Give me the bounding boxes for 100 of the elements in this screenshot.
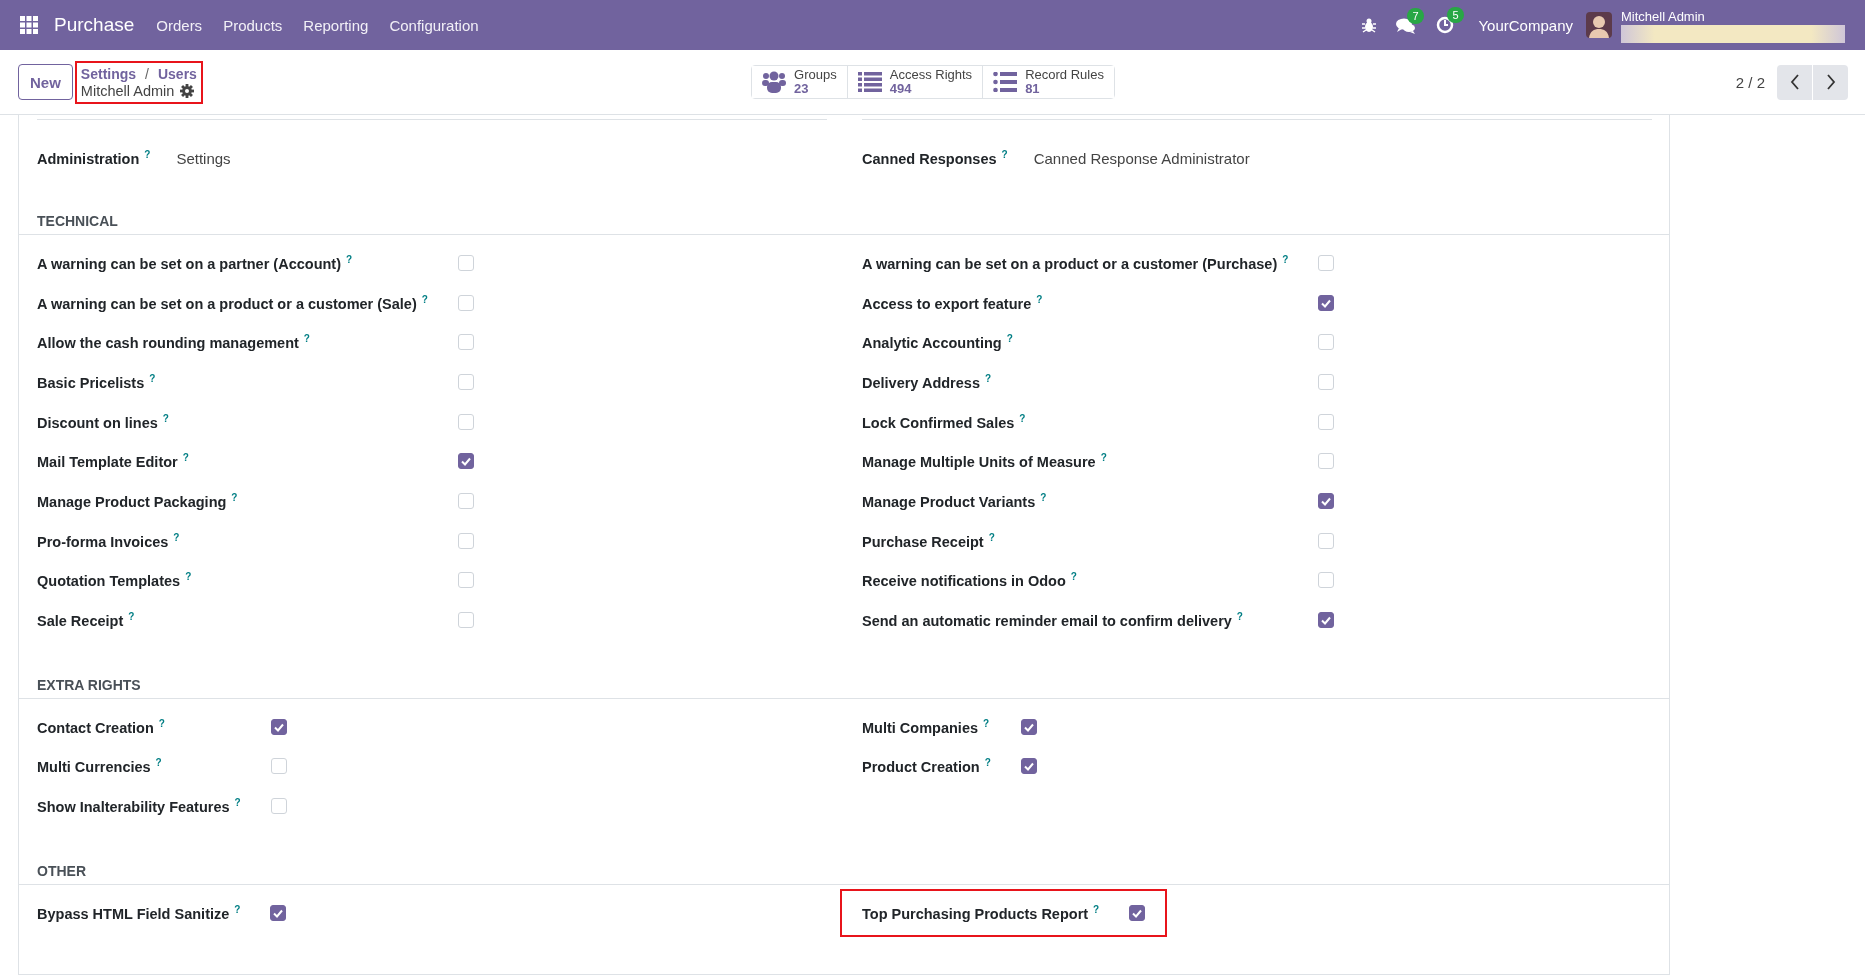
activity-count-badge: 5 [1447, 7, 1464, 23]
field-label: Delivery Address $^{?}$ [862, 373, 993, 391]
breadcrumb-link[interactable]: Settings [80, 65, 137, 82]
apps-menu-icon[interactable] [20, 16, 38, 34]
field-value: Canned Response Administrator [1033, 149, 1250, 167]
section-heading: EXTRA RIGHTS [19, 675, 1669, 699]
field-label: Multi Companies $^{?}$ [862, 717, 991, 736]
section-heading: TECHNICAL [19, 212, 1669, 235]
checkbox[interactable] [270, 904, 287, 921]
field-label: Pro-forma Invoices $^{?}$ [37, 531, 181, 550]
previous-button[interactable] [1777, 64, 1812, 100]
help-tooltip-icon[interactable]: ? [182, 452, 189, 464]
help-tooltip-icon[interactable]: ? [128, 611, 135, 623]
field-label: Top Purchasing Products Report $^{?}$ [862, 903, 1100, 922]
menu-item[interactable]: Reporting [303, 16, 369, 34]
help-tooltip-icon[interactable]: ? [1282, 253, 1289, 265]
help-tooltip-icon[interactable]: ? [984, 373, 992, 384]
field-label: Manage Multiple Units of Measure $^{?}$ [862, 452, 1108, 471]
settings-icon[interactable] [180, 83, 195, 98]
field-label: Access to export feature $^{?}$ [862, 293, 1044, 312]
bullet-list-icon [993, 72, 1018, 92]
field-label: Purchase Receipt $^{?}$ [862, 531, 996, 550]
field-label: Show Inalterability Features $^{?}$ [37, 797, 241, 815]
help-tooltip-icon[interactable]: ? [1006, 333, 1013, 345]
field-label: Contact Creation $^{?}$ [37, 717, 166, 736]
checkbox[interactable] [270, 718, 287, 735]
company-name[interactable]: YourCompany [1478, 16, 1573, 34]
help-tooltip-icon[interactable]: ? [1019, 412, 1026, 424]
checkbox[interactable] [457, 453, 474, 470]
field-label: Basic Pricelists $^{?}$ [37, 373, 157, 391]
field-label: Lock Confirmed Sales $^{?}$ [862, 412, 1027, 431]
menu-item[interactable]: Orders [156, 16, 203, 34]
field-value: Settings [176, 149, 231, 167]
help-tooltip-icon[interactable]: ? [303, 333, 310, 345]
field-label: Send an automatic reminder email to confirm delivery $^{?}$ [862, 611, 1244, 629]
help-tooltip-icon[interactable]: ? [984, 757, 991, 769]
help-tooltip-icon[interactable]: ? [1070, 571, 1077, 583]
field-label: Analytic Accounting $^{?}$ [862, 333, 1014, 352]
help-tooltip-icon[interactable]: ? [231, 492, 238, 504]
help-tooltip-icon[interactable]: ? [1100, 452, 1107, 464]
message-count-badge: 7 [1407, 7, 1424, 24]
help-tooltip-icon[interactable]: ? [234, 903, 241, 915]
field-label: Manage Product Variants $^{?}$ [862, 492, 1048, 510]
help-tooltip-icon[interactable]: ? [1093, 903, 1100, 915]
next-button[interactable] [1813, 64, 1848, 100]
field-label: Quotation Templates $^{?}$ [37, 571, 193, 590]
checkbox[interactable] [1318, 612, 1335, 629]
field-label: Mail Template Editor $^{?}$ [37, 452, 190, 471]
user-name[interactable]: Mitchell Admin [1621, 9, 1845, 24]
field-label: A warning can be set on a partner (Account) $^{?}$ [37, 253, 354, 272]
help-tooltip-icon[interactable]: ? [983, 717, 990, 729]
help-tooltip-icon[interactable]: ? [234, 797, 241, 809]
field-label: Canned Responses $^{?}$ [862, 149, 1008, 167]
checkbox[interactable] [1318, 492, 1335, 509]
users-icon [762, 71, 787, 93]
checkbox[interactable] [1020, 718, 1037, 735]
checkbox[interactable] [1318, 294, 1335, 311]
field-label: Allow the cash rounding management $^{?}$ [37, 333, 311, 352]
field-label: Sale Receipt $^{?}$ [37, 611, 136, 629]
breadcrumb-separator: / [145, 65, 149, 82]
chevron-left-icon [1789, 74, 1800, 90]
field-label: Multi Currencies $^{?}$ [37, 757, 163, 776]
app-name[interactable]: Purchase [54, 14, 135, 36]
smart-button[interactable]: Record Rules 81 [982, 66, 1114, 98]
field-label: Bypass HTML Field Sanitize $^{?}$ [37, 903, 241, 922]
list-icon [857, 72, 882, 92]
new-button[interactable]: New [18, 64, 73, 100]
help-tooltip-icon[interactable]: ? [1040, 492, 1047, 504]
help-tooltip-icon[interactable]: ? [162, 412, 169, 424]
help-tooltip-icon[interactable]: ? [185, 571, 192, 583]
help-tooltip-icon[interactable]: ? [421, 293, 428, 305]
bug-icon[interactable] [1362, 17, 1377, 33]
field-label: Administration $^{?}$ [37, 149, 151, 167]
chevron-right-icon [1825, 74, 1836, 90]
clock-icon[interactable] [1436, 16, 1455, 34]
avatar-icon[interactable] [1586, 12, 1612, 38]
help-tooltip-icon[interactable]: ? [155, 757, 162, 769]
help-tooltip-icon[interactable]: ? [173, 531, 180, 543]
record-title: Mitchell Admin [80, 82, 175, 99]
menu-item[interactable]: Configuration [389, 16, 479, 34]
help-tooltip-icon[interactable]: ? [1001, 149, 1008, 161]
field-label: Manage Product Packaging $^{?}$ [37, 492, 239, 510]
field-label: Product Creation $^{?}$ [862, 757, 991, 776]
checkbox[interactable] [1020, 758, 1037, 775]
help-tooltip-icon[interactable]: ? [346, 253, 353, 265]
help-tooltip-icon[interactable]: ? [1036, 293, 1043, 305]
section-heading: OTHER [19, 861, 1669, 885]
field-label: A warning can be set on a product or a customer (Sale) $^{?}$ [37, 293, 428, 312]
field-label: Receive notifications in Odoo $^{?}$ [862, 571, 1078, 590]
field-label: A warning can be set on a product or a customer (Purchase) $^{?}$ [862, 253, 1289, 272]
help-tooltip-icon[interactable]: ? [149, 373, 156, 384]
help-tooltip-icon[interactable]: ? [988, 531, 995, 543]
help-tooltip-icon[interactable]: ? [158, 717, 165, 729]
breadcrumb-link[interactable]: Users [157, 65, 197, 82]
pager-value: 2 / 2 [1735, 73, 1765, 91]
help-tooltip-icon[interactable]: ? [144, 149, 151, 161]
checkbox[interactable] [1129, 904, 1146, 921]
help-tooltip-icon[interactable]: ? [1236, 611, 1243, 623]
field-label: Discount on lines $^{?}$ [37, 412, 170, 431]
menu-item[interactable]: Products [223, 16, 283, 34]
